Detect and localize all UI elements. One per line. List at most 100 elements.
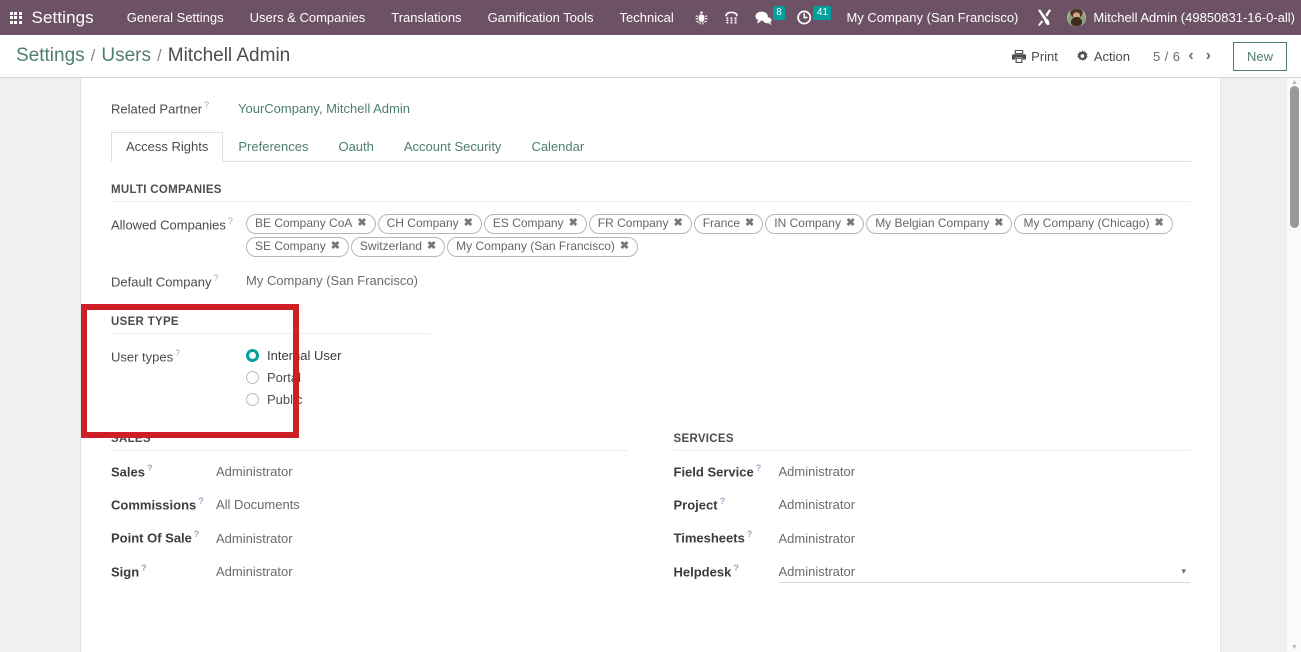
label-text: Field Service: [673, 463, 754, 479]
tag-label: My Belgian Company: [875, 216, 990, 231]
tag-remove-icon[interactable]: ✖: [673, 216, 682, 231]
user-type-section: USER TYPE User types? Internal User Port…: [81, 303, 1190, 438]
menu-translations[interactable]: Translations: [378, 0, 474, 35]
default-company-value[interactable]: My Company (San Francisco): [246, 271, 418, 288]
tag-item[interactable]: ES Company ✖: [483, 214, 587, 235]
help-tooltip-icon[interactable]: ?: [733, 563, 739, 573]
menu-general-settings[interactable]: General Settings: [114, 0, 237, 35]
access-row: Point Of Sale? Administrator: [111, 529, 628, 545]
record-pager: 5 / 6 ‹ ›: [1153, 48, 1215, 64]
scroll-up-arrow-icon[interactable]: ▲: [1291, 79, 1298, 86]
tag-item[interactable]: SE Company ✖: [246, 237, 349, 258]
help-tooltip-icon[interactable]: ?: [720, 496, 726, 506]
tag-item[interactable]: My Belgian Company ✖: [866, 214, 1013, 235]
pager-previous-icon[interactable]: ‹: [1184, 48, 1197, 64]
tag-label: CH Company: [386, 216, 459, 231]
tag-remove-icon[interactable]: ✖: [357, 216, 366, 231]
pager-value[interactable]: 5 / 6: [1153, 49, 1180, 64]
project-label: Project?: [674, 496, 779, 512]
tag-remove-icon[interactable]: ✖: [745, 216, 754, 231]
tag-label: ES Company: [492, 216, 564, 231]
vertical-scrollbar[interactable]: ▲ ▼: [1286, 78, 1301, 652]
helpdesk-select[interactable]: Administrator ▾: [778, 564, 1190, 583]
sign-value[interactable]: Administrator: [216, 564, 293, 579]
tag-remove-icon[interactable]: ✖: [569, 216, 578, 231]
help-tooltip-icon[interactable]: ?: [141, 563, 147, 573]
tag-remove-icon[interactable]: ✖: [994, 216, 1003, 231]
label-text: Sign: [111, 563, 140, 579]
help-tooltip-icon[interactable]: ?: [747, 529, 753, 539]
access-row: Project? Administrator: [674, 496, 1191, 512]
help-tooltip-icon[interactable]: ?: [756, 463, 762, 473]
tab-calendar[interactable]: Calendar: [516, 132, 599, 163]
tag-remove-icon[interactable]: ✖: [331, 239, 340, 254]
navbar-systray: 8 41 My Company (San Francisco) Mitchell…: [687, 0, 1301, 35]
scroll-down-arrow-icon[interactable]: ▼: [1291, 644, 1298, 651]
sheet-background: Related Partner? YourCompany, Mitchell A…: [0, 78, 1301, 652]
tag-item[interactable]: CH Company ✖: [377, 214, 482, 235]
tag-item[interactable]: BE Company CoA ✖: [246, 214, 376, 235]
apps-menu-icon[interactable]: [0, 0, 32, 35]
help-tooltip-icon[interactable]: ?: [228, 216, 233, 226]
tools-cross-icon[interactable]: [1029, 0, 1059, 35]
tab-oauth[interactable]: Oauth: [323, 132, 388, 163]
activities-badge: 41: [813, 5, 832, 20]
chevron-down-icon[interactable]: ▾: [1181, 566, 1190, 577]
pager-next-icon[interactable]: ›: [1202, 48, 1215, 64]
tag-item[interactable]: FR Company ✖: [588, 214, 692, 235]
tab-preferences[interactable]: Preferences: [223, 132, 323, 163]
tag-remove-icon[interactable]: ✖: [427, 239, 436, 254]
tag-remove-icon[interactable]: ✖: [464, 216, 473, 231]
scrollbar-thumb[interactable]: [1290, 86, 1299, 228]
help-tooltip-icon[interactable]: ?: [194, 529, 200, 539]
related-partner-value[interactable]: YourCompany, Mitchell Admin: [238, 101, 410, 116]
help-tooltip-icon[interactable]: ?: [175, 348, 180, 358]
help-tooltip-icon[interactable]: ?: [147, 463, 153, 473]
access-row: Timesheets? Administrator: [674, 529, 1191, 545]
tag-item[interactable]: France ✖: [693, 214, 764, 235]
user-menu[interactable]: Mitchell Admin (49850831-16-0-all): [1059, 0, 1299, 35]
print-button[interactable]: Print: [1003, 45, 1067, 68]
field-service-value[interactable]: Administrator: [779, 464, 856, 479]
point-of-sale-value[interactable]: Administrator: [216, 531, 293, 546]
phone-dialpad-icon[interactable]: [717, 0, 747, 35]
help-tooltip-icon[interactable]: ?: [198, 496, 204, 506]
default-company-label: Default Company?: [111, 271, 246, 289]
help-tooltip-icon[interactable]: ?: [213, 273, 218, 283]
app-brand-settings[interactable]: Settings: [32, 8, 100, 28]
new-button[interactable]: New: [1232, 41, 1287, 71]
tag-item[interactable]: My Company (San Francisco) ✖: [447, 237, 639, 258]
project-value[interactable]: Administrator: [779, 497, 856, 512]
breadcrumb-item-users[interactable]: Users: [101, 45, 151, 67]
breadcrumb-item-settings[interactable]: Settings: [16, 45, 85, 67]
tag-remove-icon[interactable]: ✖: [620, 239, 629, 254]
menu-technical[interactable]: Technical: [607, 0, 687, 35]
activities-counter[interactable]: 41: [789, 0, 835, 35]
timesheets-value[interactable]: Administrator: [779, 531, 856, 546]
allowed-companies-tags[interactable]: BE Company CoA ✖ CH Company ✖ ES Company ✖ …: [246, 214, 1176, 258]
tag-remove-icon[interactable]: ✖: [1155, 216, 1164, 231]
commissions-value[interactable]: All Documents: [216, 497, 300, 512]
menu-gamification-tools[interactable]: Gamification Tools: [475, 0, 607, 35]
control-panel-actions: Print Action 5 / 6 ‹ › New: [1003, 41, 1287, 71]
access-row: Sign? Administrator: [111, 563, 628, 579]
action-button[interactable]: Action: [1067, 45, 1139, 68]
tag-item[interactable]: My Company (Chicago) ✖: [1014, 214, 1173, 235]
user-types-radio-group[interactable]: Internal User Portal Public: [246, 346, 341, 407]
menu-users-companies[interactable]: Users & Companies: [237, 0, 379, 35]
tab-access-rights[interactable]: Access Rights: [111, 131, 224, 163]
messages-counter[interactable]: 8: [747, 0, 790, 35]
radio-internal-user[interactable]: Internal User: [246, 348, 341, 363]
help-tooltip-icon[interactable]: ?: [204, 100, 209, 110]
tag-remove-icon[interactable]: ✖: [846, 216, 855, 231]
label-text: Point Of Sale: [111, 530, 192, 546]
bug-debug-icon[interactable]: [687, 0, 717, 35]
radio-portal[interactable]: Portal: [246, 370, 341, 385]
company-switcher[interactable]: My Company (San Francisco): [835, 0, 1029, 35]
radio-label: Public: [267, 391, 303, 407]
tab-account-security[interactable]: Account Security: [389, 132, 517, 163]
radio-public[interactable]: Public: [246, 392, 341, 407]
sales-value[interactable]: Administrator: [216, 464, 293, 479]
tag-item[interactable]: Switzerland ✖: [350, 237, 446, 258]
tag-item[interactable]: IN Company ✖: [765, 214, 865, 235]
